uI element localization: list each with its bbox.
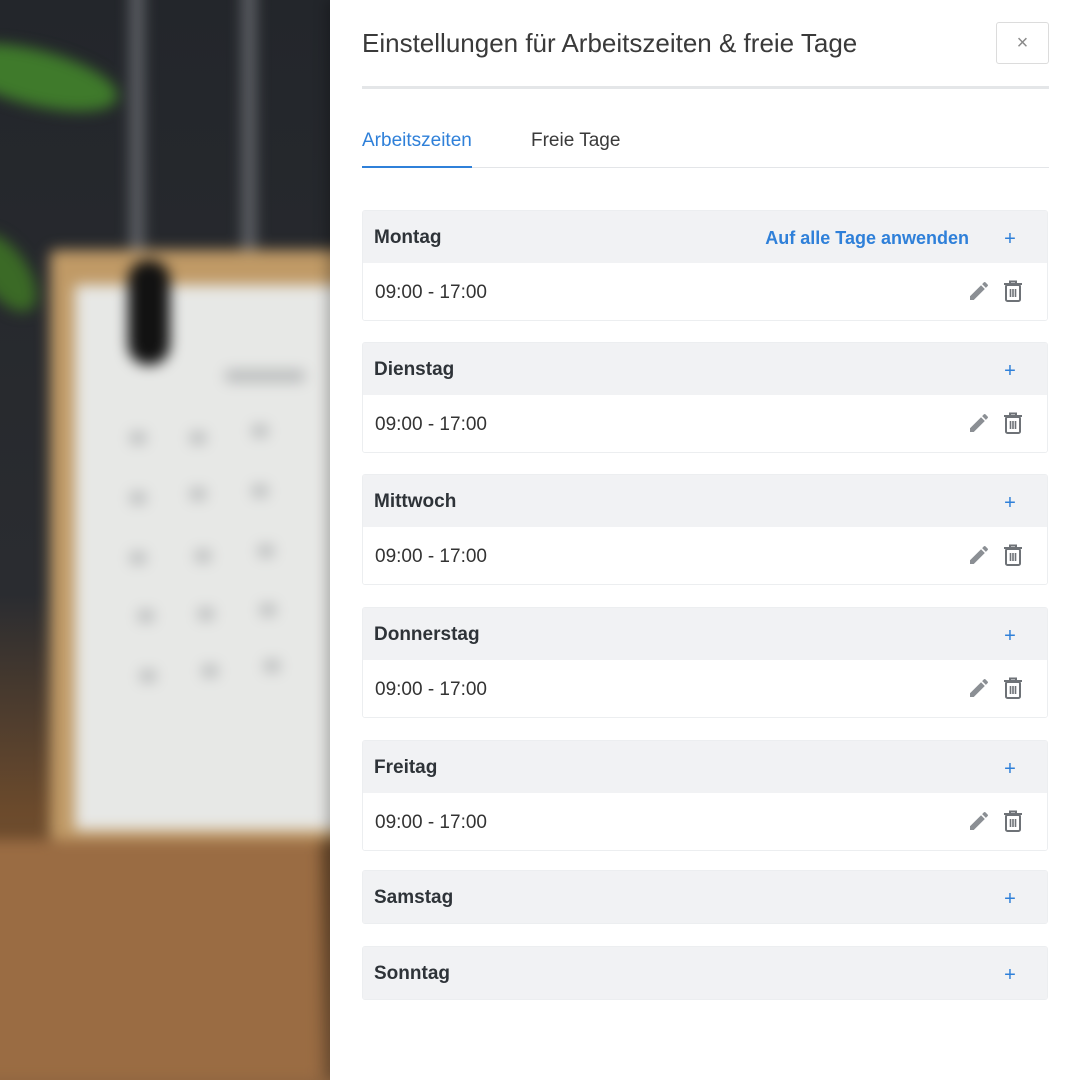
- day-header: Freitag +: [363, 741, 1047, 793]
- edit-time-button[interactable]: [965, 807, 993, 835]
- close-button[interactable]: ×: [996, 22, 1049, 64]
- add-time-button[interactable]: +: [993, 488, 1027, 518]
- day-name: Freitag: [374, 757, 438, 778]
- working-hours-settings-panel: Einstellungen für Arbeitszeiten & freie …: [330, 0, 1080, 1080]
- add-time-button[interactable]: +: [993, 884, 1027, 914]
- add-time-button[interactable]: +: [993, 224, 1027, 254]
- trash-icon: [1002, 279, 1024, 303]
- time-slot-row: 09:00 - 17:00: [363, 527, 1047, 584]
- trash-icon: [1002, 809, 1024, 833]
- delete-time-button[interactable]: [999, 409, 1027, 437]
- add-time-button[interactable]: +: [993, 754, 1027, 784]
- day-card-freitag: Freitag +09:00 - 17:00: [362, 740, 1048, 851]
- day-name: Donnerstag: [374, 624, 480, 645]
- title-divider: [362, 86, 1049, 89]
- plus-icon: +: [1004, 757, 1016, 780]
- day-header: Samstag +: [363, 871, 1047, 923]
- time-range: 09:00 - 17:00: [375, 414, 487, 435]
- time-range: 09:00 - 17:00: [375, 546, 487, 567]
- time-range: 09:00 - 17:00: [375, 282, 487, 303]
- time-slot-row: 09:00 - 17:00: [363, 395, 1047, 452]
- day-card-montag: Montag Auf alle Tage anwenden +09:00 - 17:…: [362, 210, 1048, 321]
- day-header: Montag Auf alle Tage anwenden +: [363, 211, 1047, 263]
- day-name: Samstag: [374, 887, 454, 908]
- pencil-icon: [967, 676, 991, 700]
- tab-arbeitszeiten[interactable]: Arbeitszeiten: [362, 130, 472, 168]
- trash-icon: [1002, 676, 1024, 700]
- day-card-mittwoch: Mittwoch +09:00 - 17:00: [362, 474, 1048, 585]
- plus-icon: +: [1004, 227, 1016, 250]
- day-card-dienstag: Dienstag +09:00 - 17:00: [362, 342, 1048, 453]
- day-name: Mittwoch: [374, 491, 457, 512]
- plus-icon: +: [1004, 624, 1016, 647]
- time-range: 09:00 - 17:00: [375, 679, 487, 700]
- edit-time-button[interactable]: [965, 409, 993, 437]
- tab-bar: Arbeitszeiten Freie Tage: [362, 118, 1049, 168]
- plus-icon: +: [1004, 887, 1016, 910]
- background-photo: [0, 0, 330, 1080]
- delete-time-button[interactable]: [999, 541, 1027, 569]
- delete-time-button[interactable]: [999, 674, 1027, 702]
- day-header: Mittwoch +: [363, 475, 1047, 527]
- edit-time-button[interactable]: [965, 277, 993, 305]
- time-slot-row: 09:00 - 17:00: [363, 263, 1047, 320]
- day-header: Sonntag +: [363, 947, 1047, 999]
- close-icon: ×: [1016, 31, 1029, 54]
- apply-to-all-days-link[interactable]: Auf alle Tage anwenden: [765, 228, 969, 249]
- day-header: Dienstag +: [363, 343, 1047, 395]
- trash-icon: [1002, 543, 1024, 567]
- plus-icon: +: [1004, 963, 1016, 986]
- delete-time-button[interactable]: [999, 807, 1027, 835]
- trash-icon: [1002, 411, 1024, 435]
- add-time-button[interactable]: +: [993, 356, 1027, 386]
- add-time-button[interactable]: +: [993, 960, 1027, 990]
- pencil-icon: [967, 543, 991, 567]
- pencil-icon: [967, 809, 991, 833]
- day-header: Donnerstag +: [363, 608, 1047, 660]
- edit-time-button[interactable]: [965, 674, 993, 702]
- pencil-icon: [967, 279, 991, 303]
- add-time-button[interactable]: +: [993, 621, 1027, 651]
- day-name: Dienstag: [374, 359, 455, 380]
- day-card-donnerstag: Donnerstag +09:00 - 17:00: [362, 607, 1048, 718]
- day-card-samstag: Samstag +: [362, 870, 1048, 924]
- delete-time-button[interactable]: [999, 277, 1027, 305]
- time-range: 09:00 - 17:00: [375, 812, 487, 833]
- time-slot-row: 09:00 - 17:00: [363, 793, 1047, 850]
- plus-icon: +: [1004, 491, 1016, 514]
- edit-time-button[interactable]: [965, 541, 993, 569]
- time-slot-row: 09:00 - 17:00: [363, 660, 1047, 717]
- panel-title: Einstellungen für Arbeitszeiten & freie …: [362, 28, 858, 58]
- tab-freie-tage[interactable]: Freie Tage: [531, 130, 620, 166]
- day-name: Sonntag: [374, 963, 450, 984]
- pencil-icon: [967, 411, 991, 435]
- plus-icon: +: [1004, 359, 1016, 382]
- day-card-sonntag: Sonntag +: [362, 946, 1048, 1000]
- day-name: Montag: [374, 227, 442, 248]
